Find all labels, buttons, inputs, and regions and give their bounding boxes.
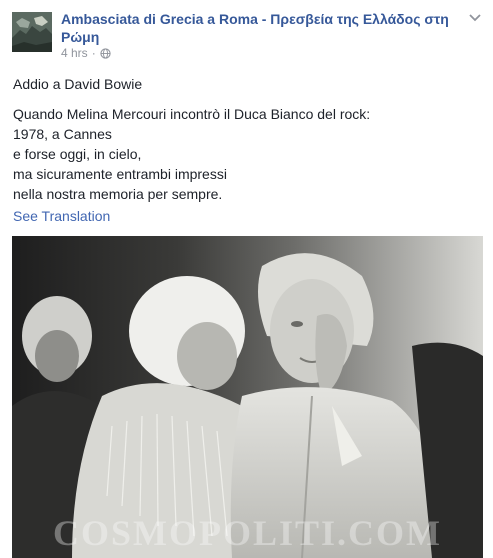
- post-line: e forse oggi, in cielo,: [13, 146, 142, 162]
- chevron-down-icon[interactable]: [469, 14, 481, 22]
- post-line: 1978, a Cannes: [13, 126, 112, 142]
- page-name-link[interactable]: Ambasciata di Grecia a Roma - Πρεσβεία τ…: [61, 10, 481, 46]
- avatar-image: [12, 12, 52, 52]
- post-meta: 4 hrs ·: [61, 46, 111, 60]
- post-line: Quando Melina Mercouri incontrò il Duca …: [13, 106, 371, 122]
- meta-separator: ·: [91, 46, 96, 60]
- globe-icon[interactable]: [100, 47, 111, 59]
- post-title-line: Addio a David Bowie: [13, 76, 143, 92]
- photo-watermark: COSMOPOLITI.COM: [52, 513, 442, 553]
- see-translation-link[interactable]: See Translation: [13, 206, 110, 226]
- photo-image: [12, 236, 483, 558]
- page-avatar[interactable]: [12, 12, 52, 52]
- post-line: nella nostra memoria per sempre.: [13, 186, 223, 202]
- post-timestamp[interactable]: 4 hrs: [61, 46, 88, 60]
- post-line: ma sicuramente entrambi impressi: [13, 166, 227, 182]
- post-photo[interactable]: COSMOPOLITI.COM: [12, 236, 483, 558]
- post-card: Ambasciata di Grecia a Roma - Πρεσβεία τ…: [0, 0, 493, 558]
- post-body: Addio a David Bowie Quando Melina Mercou…: [13, 74, 483, 204]
